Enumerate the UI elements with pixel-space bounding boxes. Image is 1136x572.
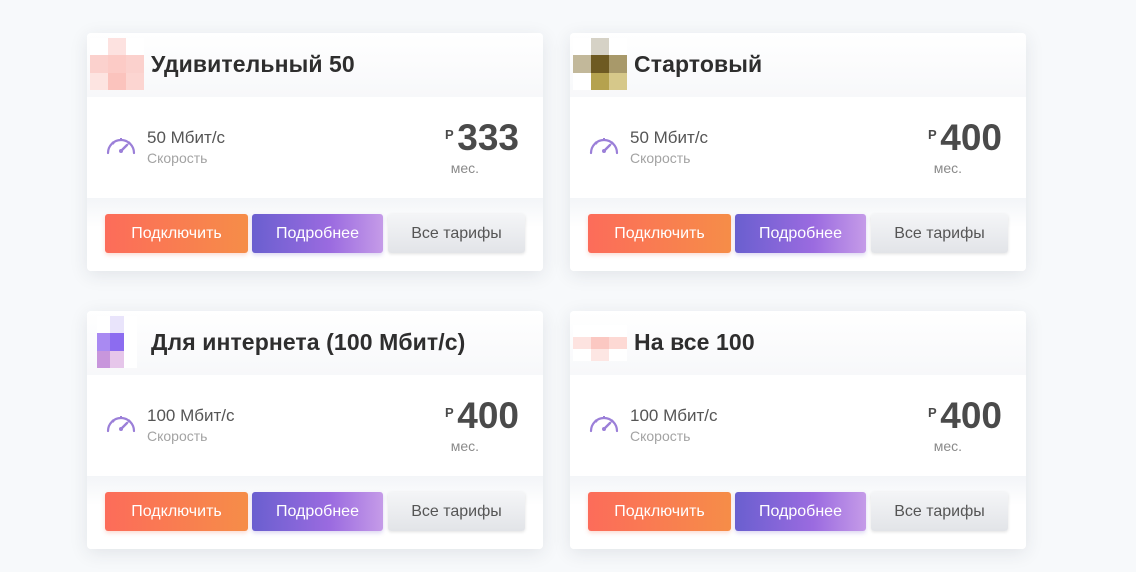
logo-pixel [110,316,124,334]
connect-button[interactable]: Подключить [105,492,248,531]
all-tariffs-button[interactable]: Все тарифы [388,214,525,253]
price-period: мес. [450,160,479,176]
tariff-card-header: На все 100 [570,311,1026,376]
logo-pixel [126,38,144,56]
details-button[interactable]: Подробнее [252,492,383,531]
details-button[interactable]: Подробнее [252,214,383,253]
logo-pixel [609,55,627,73]
speed-label: Скорость [147,428,208,444]
tariff-card-body: 50 Мбит/с Скорость Р 333 мес. [87,97,543,198]
logo-pixel [591,325,609,337]
speed-label: Скорость [630,150,691,166]
logo-pixel [108,72,126,90]
price-currency: Р [445,405,454,420]
logo-pixel [573,72,591,90]
logo-pixel [609,337,627,349]
all-tariffs-button[interactable]: Все тарифы [871,214,1008,253]
logo-pixel [110,333,124,351]
price-currency: Р [928,127,937,142]
price-amount: 400 [940,395,1002,436]
provider-logo [573,38,627,90]
tariff-card-body: 100 Мбит/с Скорость Р 400 мес. [87,375,543,476]
logo-pixel [123,350,137,368]
logo-pixel [123,316,137,334]
logo-pixel [573,349,591,361]
provider-logo [97,316,137,368]
connect-button[interactable]: Подключить [588,214,731,253]
tariff-card-actions: Подключить Подробнее Все тарифы [570,476,1026,549]
speed-value: 100 Мбит/с [630,406,718,425]
tariff-title: Стартовый [634,51,763,77]
tariff-card-actions: Подключить Подробнее Все тарифы [570,198,1026,271]
details-button[interactable]: Подробнее [735,492,866,531]
tariff-card: Стартовый 50 Мбит/с Скорость Р 400 мес. … [570,33,1026,271]
logo-pixel [591,55,609,73]
logo-pixel [108,38,126,56]
logo-pixel [126,72,144,90]
logo-pixel [97,350,111,368]
price-currency: Р [928,405,937,420]
price-amount: 333 [457,117,519,158]
tariff-card: На все 100 100 Мбит/с Скорость Р 400 мес… [570,311,1026,549]
tariff-card-body: 50 Мбит/с Скорость Р 400 мес. [570,97,1026,198]
logo-pixel [609,38,627,56]
price-period: мес. [933,438,962,454]
logo-pixel [108,55,126,73]
price-period: мес. [933,160,962,176]
logo-pixel [609,72,627,90]
logo-pixel [573,325,591,337]
logo-pixel [90,38,108,56]
logo-pixel [591,349,609,361]
tariff-title: Для интернета (100 Мбит/с) [151,329,466,355]
tariff-card-header: Стартовый [570,33,1026,98]
tariff-card: Для интернета (100 Мбит/с) 100 Мбит/с Ск… [87,311,543,549]
tariff-title: Удивительный 50 [151,51,355,77]
logo-pixel [97,316,111,334]
logo-pixel [609,325,627,337]
speedometer-icon [589,416,619,433]
price-period: мес. [450,438,479,454]
provider-logo [90,38,144,90]
details-button[interactable]: Подробнее [735,214,866,253]
logo-pixel [90,55,108,73]
logo-pixel [573,38,591,56]
tariff-card-body: 100 Мбит/с Скорость Р 400 мес. [570,375,1026,476]
logo-pixel [126,55,144,73]
all-tariffs-button[interactable]: Все тарифы [871,492,1008,531]
logo-pixel [97,333,111,351]
tariff-card-header: Для интернета (100 Мбит/с) [87,311,543,376]
speed-label: Скорость [147,150,208,166]
logo-pixel [591,337,609,349]
logo-pixel [609,349,627,361]
logo-pixel [573,55,591,73]
logo-pixel [110,350,124,368]
price-currency: Р [445,127,454,142]
price-amount: 400 [940,117,1002,158]
tariff-card-header: Удивительный 50 [87,33,543,98]
connect-button[interactable]: Подключить [588,492,731,531]
speedometer-icon [106,138,136,155]
logo-pixel [573,337,591,349]
speedometer-icon [589,138,619,155]
price-amount: 400 [457,395,519,436]
tariff-card-actions: Подключить Подробнее Все тарифы [87,476,543,549]
logo-pixel [123,333,137,351]
speed-label: Скорость [630,428,691,444]
all-tariffs-button[interactable]: Все тарифы [388,492,525,531]
speed-value: 100 Мбит/с [147,406,235,425]
provider-logo [573,325,627,361]
speed-value: 50 Мбит/с [147,128,226,147]
speedometer-icon [106,416,136,433]
logo-pixel [90,72,108,90]
tariff-card: Удивительный 50 50 Мбит/с Скорость Р 333… [87,33,543,271]
logo-pixel [591,72,609,90]
speed-value: 50 Мбит/с [630,128,709,147]
tariff-title: На все 100 [634,329,755,355]
connect-button[interactable]: Подключить [105,214,248,253]
logo-pixel [591,38,609,56]
tariff-card-actions: Подключить Подробнее Все тарифы [87,198,543,271]
